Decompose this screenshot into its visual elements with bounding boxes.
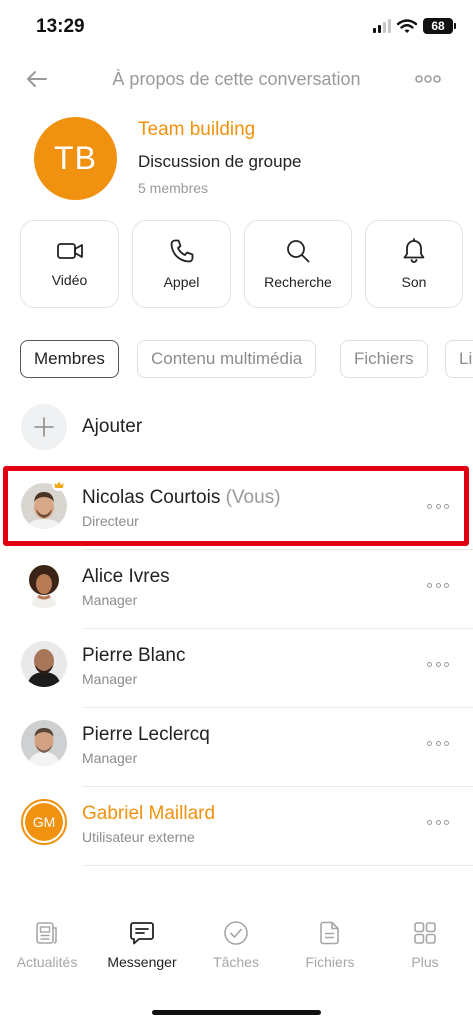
nav-label: Fichiers [305, 954, 355, 970]
tabs: Membres Contenu multimédia Fichiers Li [20, 340, 473, 378]
member-more-button[interactable] [427, 659, 449, 669]
file-icon [320, 921, 339, 945]
you-indicator: (Vous) [225, 487, 281, 508]
member-name: Pierre Leclercq [82, 724, 210, 745]
tab-links[interactable]: Li [445, 340, 473, 378]
member-count: 5 membres [138, 180, 209, 196]
call-label: Appel [163, 274, 200, 290]
header: À propos de cette conversation [0, 60, 473, 100]
member-name: Alice Ivres [82, 566, 170, 587]
member-more-button[interactable] [427, 501, 449, 511]
avatar [21, 562, 67, 608]
page-title: À propos de cette conversation [112, 69, 361, 89]
crown-icon [52, 479, 66, 491]
member-name-text: Nicolas Courtois [82, 487, 221, 508]
member-row[interactable]: Nicolas Courtois (Vous) Directeur [0, 471, 473, 550]
more-horizontal-icon [415, 75, 441, 83]
group-type: Discussion de groupe [138, 152, 302, 171]
bottom-nav: Actualités Messenger Tâches Fichiers Plu… [0, 920, 473, 990]
battery-icon: 68 [423, 18, 456, 34]
plus-icon [34, 417, 54, 437]
status-icons: 68 [373, 18, 456, 34]
member-name: Gabriel Maillard [82, 803, 216, 824]
check-icon [224, 921, 248, 945]
status-time: 13:29 [36, 16, 85, 37]
search-button[interactable]: Recherche [244, 220, 352, 308]
phone-icon [170, 239, 193, 263]
member-more-button[interactable] [427, 738, 449, 748]
member-role: Manager [82, 592, 138, 608]
nav-more[interactable]: Plus [378, 920, 472, 970]
wifi-icon [397, 18, 417, 33]
tab-members[interactable]: Membres [20, 340, 119, 378]
member-role: Manager [82, 750, 138, 766]
member-more-button[interactable] [427, 817, 449, 827]
group-name: Team building [138, 119, 256, 140]
news-icon [36, 922, 57, 944]
avatar [21, 720, 67, 766]
sound-label: Son [401, 274, 427, 290]
action-buttons: Vidéo Appel Recherche Son [20, 220, 473, 308]
group-avatar: TB [34, 117, 117, 200]
nav-label: Actualités [16, 954, 78, 970]
add-button[interactable] [21, 404, 67, 450]
call-button[interactable]: Appel [132, 220, 231, 308]
nav-tasks[interactable]: Tâches [189, 920, 283, 970]
chat-icon [130, 922, 154, 945]
status-bar: 13:29 68 [0, 0, 473, 52]
signal-icon [373, 19, 391, 33]
divider [82, 865, 473, 866]
member-row[interactable]: Pierre Leclercq Manager [0, 708, 473, 787]
home-indicator [152, 1010, 321, 1015]
video-icon [56, 243, 83, 259]
video-label: Vidéo [51, 272, 88, 288]
member-role: Manager [82, 671, 138, 687]
member-name: Pierre Blanc [82, 645, 186, 666]
nav-files[interactable]: Fichiers [283, 920, 377, 970]
nav-news[interactable]: Actualités [0, 920, 94, 970]
nav-label: Tâches [213, 954, 259, 970]
avatar: GM [21, 799, 67, 845]
video-button[interactable]: Vidéo [20, 220, 119, 308]
member-name: Nicolas Courtois (Vous) [82, 487, 281, 509]
member-row[interactable]: Pierre Blanc Manager [0, 629, 473, 708]
add-member-row[interactable]: Ajouter [0, 392, 473, 471]
nav-messenger[interactable]: Messenger [95, 920, 189, 970]
tab-media[interactable]: Contenu multimédia [137, 340, 317, 378]
search-icon [287, 240, 310, 263]
grid-icon [414, 922, 436, 944]
member-role: Directeur [82, 513, 139, 529]
member-role: Utilisateur externe [82, 829, 195, 845]
tab-files[interactable]: Fichiers [340, 340, 428, 378]
avatar-initials: GM [25, 803, 63, 841]
add-label: Ajouter [82, 416, 143, 437]
search-label: Recherche [264, 274, 332, 290]
avatar [21, 641, 67, 687]
sound-button[interactable]: Son [365, 220, 463, 308]
bell-icon [403, 238, 425, 263]
member-row[interactable]: Alice Ivres Manager [0, 550, 473, 629]
member-row[interactable]: GM Gabriel Maillard Utilisateur externe [0, 787, 473, 866]
nav-label: Plus [411, 954, 439, 970]
more-options-button[interactable] [415, 68, 441, 90]
nav-label: Messenger [107, 954, 177, 970]
member-more-button[interactable] [427, 580, 449, 590]
